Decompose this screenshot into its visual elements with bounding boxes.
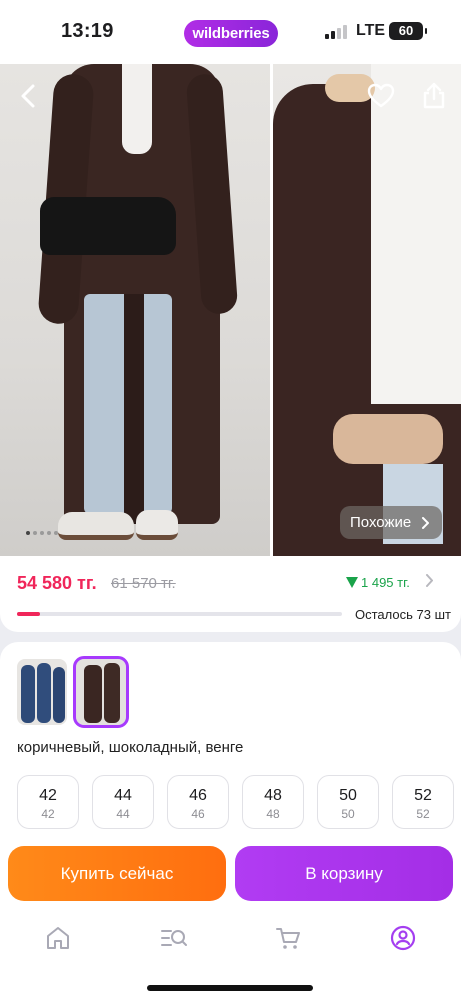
share-button[interactable] <box>420 80 448 110</box>
chevron-right-icon[interactable] <box>425 574 434 591</box>
size-value: 50 <box>339 787 357 804</box>
home-icon <box>47 927 69 949</box>
size-ru: 44 <box>116 807 130 821</box>
catalog-search-icon <box>161 930 187 946</box>
favorite-button[interactable] <box>366 82 396 110</box>
stock-progress-fill <box>17 612 40 616</box>
page-dot <box>26 531 30 535</box>
add-to-cart-button[interactable]: В корзину <box>235 846 453 901</box>
size-ru: 52 <box>416 807 430 821</box>
gallery-pagination <box>26 531 58 535</box>
size-value: 44 <box>114 787 132 804</box>
home-indicator <box>147 985 313 991</box>
nav-home[interactable] <box>45 925 71 951</box>
buy-now-button[interactable]: Купить сейчас <box>8 846 226 901</box>
product-photo-full[interactable] <box>0 64 270 556</box>
brand-logo[interactable]: wildberries <box>184 20 278 47</box>
heart-icon <box>367 83 395 108</box>
price-drop-value: 1 495 тг. <box>361 575 410 590</box>
size-value: 46 <box>189 787 207 804</box>
size-ru: 46 <box>191 807 205 821</box>
size-ru: 48 <box>266 807 280 821</box>
cart-icon <box>276 928 300 949</box>
stock-remaining: Осталось 73 шт <box>355 607 451 622</box>
variants-card: коричневый, шоколадный, венге 42 42 44 4… <box>0 642 461 852</box>
page-dot <box>54 531 58 535</box>
nav-profile[interactable] <box>390 925 416 951</box>
page-dot <box>33 531 37 535</box>
page-dot <box>40 531 44 535</box>
color-thumb-brown-selected[interactable] <box>73 656 129 728</box>
size-option[interactable]: 52 52 <box>392 775 454 829</box>
size-option[interactable]: 50 50 <box>317 775 379 829</box>
size-ru: 50 <box>341 807 355 821</box>
status-bar: 13:19 wildberries LTE 60 <box>0 0 461 64</box>
network-label: LTE <box>356 22 386 39</box>
size-option[interactable]: 44 44 <box>92 775 154 829</box>
size-value: 48 <box>264 787 282 804</box>
current-price: 54 580 тг. <box>17 573 97 593</box>
nav-catalog[interactable] <box>160 925 187 951</box>
bottom-panel: Купить сейчас В корзину <box>0 833 461 999</box>
size-option[interactable]: 42 42 <box>17 775 79 829</box>
size-ru: 42 <box>41 807 55 821</box>
color-name: коричневый, шоколадный, венге <box>17 739 244 756</box>
product-gallery[interactable]: Похожие <box>0 64 461 556</box>
share-icon <box>423 82 445 109</box>
similar-button[interactable]: Похожие <box>340 506 442 539</box>
battery-icon: 60 <box>389 22 427 40</box>
status-time: 13:19 <box>61 20 114 42</box>
profile-icon <box>390 925 416 951</box>
color-thumb-blue[interactable] <box>17 659 67 725</box>
page-dot <box>47 531 51 535</box>
size-option[interactable]: 46 46 <box>167 775 229 829</box>
signal-icon <box>325 25 349 39</box>
price-card: 54 580 тг. 61 570 тг. 1 495 тг. Осталось… <box>0 556 461 632</box>
chevron-left-icon <box>21 84 35 108</box>
similar-label: Похожие <box>350 514 412 531</box>
chevron-right-icon <box>422 516 430 529</box>
back-button[interactable] <box>14 82 42 110</box>
price-drop[interactable]: 1 495 тг. <box>346 575 410 590</box>
size-value: 42 <box>39 787 57 804</box>
size-option[interactable]: 48 48 <box>242 775 304 829</box>
product-photo-detail[interactable] <box>273 64 461 556</box>
nav-cart[interactable] <box>275 925 301 951</box>
stock-progress-bar <box>17 612 342 616</box>
arrow-down-icon <box>346 577 358 588</box>
old-price: 61 570 тг. <box>111 575 176 592</box>
size-value: 52 <box>414 787 432 804</box>
